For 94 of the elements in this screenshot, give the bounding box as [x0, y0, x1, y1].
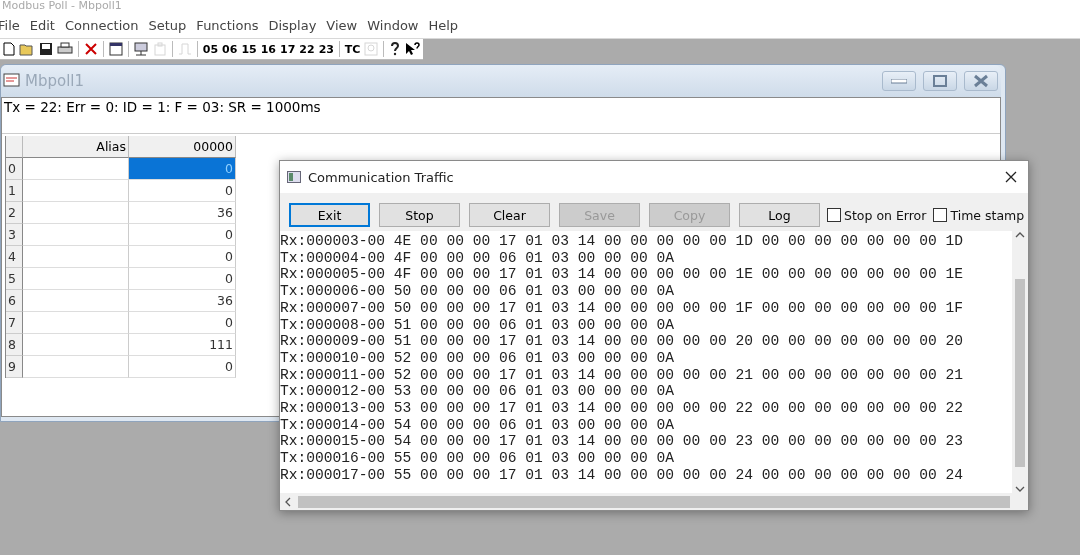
- value-cell[interactable]: 0: [129, 224, 236, 246]
- function-code-button[interactable]: TC: [342, 40, 363, 58]
- traffic-line: Tx:000004-00 4F 00 00 00 06 01 03 00 00 00 0A: [280, 249, 676, 267]
- dialog-button[interactable]: Clear: [469, 203, 550, 227]
- row-header: 1: [6, 180, 23, 202]
- value-cell[interactable]: 36: [129, 202, 236, 224]
- column-header: 00000: [129, 136, 236, 158]
- dialog-button[interactable]: Exit: [289, 203, 370, 227]
- dialog-button[interactable]: Stop: [379, 203, 460, 227]
- row-header: 2: [6, 202, 23, 224]
- column-header: Alias: [23, 136, 129, 158]
- checkbox-label: Time stamp: [950, 207, 1025, 223]
- menu-item[interactable]: Display: [268, 17, 323, 33]
- alias-cell[interactable]: [23, 180, 129, 202]
- window-icon: [287, 171, 301, 183]
- alias-cell[interactable]: [23, 246, 129, 268]
- value-cell[interactable]: 0: [129, 246, 236, 268]
- corner-header: [6, 136, 23, 158]
- row-header: 6: [6, 290, 23, 312]
- maximize-icon: [933, 75, 947, 87]
- status-line: Tx = 22: Err = 0: ID = 1: F = 03: SR = 1000ms: [2, 98, 1000, 134]
- row-header: 4: [6, 246, 23, 268]
- app-title: Modbus Poll - Mbpoll1: [2, 0, 122, 12]
- close-icon: [973, 74, 989, 88]
- traffic-line: Rx:000017-00 55 00 00 00 17 01 03 14 00 00 00 00 00 24 00 00 00 00 00 00 00 24: [280, 466, 965, 484]
- window-title: Mbpoll1: [25, 72, 86, 90]
- alias-cell[interactable]: [23, 334, 129, 356]
- menu-item[interactable]: Edit: [29, 17, 61, 33]
- traffic-line: Tx:000006-00 50 00 00 00 06 01 03 00 00 00 0A: [280, 283, 676, 300]
- row-header: 0: [6, 158, 23, 180]
- alias-cell[interactable]: [23, 224, 129, 246]
- context-help-icon[interactable]: [403, 40, 423, 58]
- checkbox-label: Stop on Error: [844, 207, 927, 223]
- function-code-button[interactable]: 06: [220, 40, 240, 58]
- scroll-up-icon[interactable]: [1015, 231, 1025, 239]
- alias-cell[interactable]: [23, 268, 129, 290]
- value-cell[interactable]: 0: [129, 312, 236, 334]
- traffic-line: Tx:000014-00 54 00 00 00 06 01 03 00 00 00 0A: [280, 416, 676, 434]
- save-icon[interactable]: [37, 40, 55, 58]
- value-cell[interactable]: 36: [129, 290, 236, 312]
- traffic-line: Rx:000003-00 4E 00 00 00 17 01 03 14 00 00 00 00 00 1D 00 00 00 00 00 00 00 1D: [280, 233, 965, 250]
- minimize-icon: [891, 78, 907, 84]
- dialog-button[interactable]: Log: [739, 203, 820, 227]
- value-cell[interactable]: 111: [129, 334, 236, 356]
- menu-item[interactable]: Help: [428, 17, 465, 33]
- dialog-title: Communication Traffic: [308, 169, 455, 185]
- checkbox-box[interactable]: [827, 208, 841, 222]
- function-code-button[interactable]: 22: [297, 40, 317, 58]
- row-header: 9: [6, 356, 23, 378]
- traffic-line: Rx:000007-00 50 00 00 00 17 01 03 14 00 00 00 00 00 1F 00 00 00 00 00 00 00 1F: [280, 299, 965, 317]
- row-header: 8: [6, 334, 23, 356]
- menu-item[interactable]: Functions: [196, 17, 265, 33]
- function-code-button[interactable]: 17: [278, 40, 298, 58]
- traffic-line: Tx:000012-00 53 00 00 00 06 01 03 00 00 00 0A: [280, 383, 676, 401]
- traffic-line: Tx:000010-00 52 00 00 00 06 01 03 00 00 00 0A: [280, 349, 676, 367]
- maximize-button[interactable]: [923, 71, 957, 91]
- value-cell[interactable]: 0: [129, 356, 236, 378]
- close-icon: [1005, 171, 1017, 183]
- alias-cell[interactable]: [23, 290, 129, 312]
- traffic-line: Rx:000015-00 54 00 00 00 17 01 03 14 00 00 00 00 00 23 00 00 00 00 00 00 00 23: [280, 433, 965, 451]
- alias-cell[interactable]: [23, 312, 129, 334]
- row-header: 7: [6, 312, 23, 334]
- new-icon[interactable]: [1, 40, 17, 58]
- function-code-button[interactable]: 23: [316, 40, 336, 58]
- minimize-button[interactable]: [882, 71, 916, 91]
- function-code-button[interactable]: 15: [239, 40, 259, 58]
- window-icon[interactable]: [106, 40, 125, 58]
- horizontal-scrollbar[interactable]: [280, 493, 1028, 510]
- checkbox[interactable]: Stop on Error: [827, 207, 927, 223]
- value-cell[interactable]: 0: [129, 268, 236, 290]
- menu-item[interactable]: Window: [367, 17, 425, 33]
- scroll-down-icon[interactable]: [1015, 485, 1025, 493]
- checkbox-box[interactable]: [933, 208, 948, 222]
- row-header: 5: [6, 268, 23, 290]
- checkbox[interactable]: Time stamp: [933, 207, 1025, 223]
- menu-item[interactable]: View: [326, 17, 364, 33]
- row-header: 3: [6, 224, 23, 246]
- traffic-line: Tx:000016-00 55 00 00 00 06 01 03 00 00 00 0A: [280, 450, 676, 467]
- window-icon: [3, 73, 21, 89]
- menu-item[interactable]: Setup: [148, 17, 193, 33]
- scroll-left-icon[interactable]: [284, 496, 292, 507]
- traffic-line: Tx:000008-00 51 00 00 00 06 01 03 00 00 00 0A: [280, 316, 676, 334]
- alias-cell[interactable]: [23, 356, 129, 378]
- alias-cell[interactable]: [23, 158, 129, 180]
- traffic-line: Rx:000013-00 53 00 00 00 17 01 03 14 00 00 00 00 00 22 00 00 00 00 00 00 00 22: [280, 400, 965, 417]
- menu-item[interactable]: File: [0, 17, 26, 33]
- function-code-button[interactable]: 16: [258, 40, 278, 58]
- value-cell[interactable]: 0: [129, 180, 236, 202]
- alias-cell[interactable]: [23, 202, 129, 224]
- traffic-line: Rx:000005-00 4F 00 00 00 17 01 03 14 00 00 00 00 00 1E 00 00 00 00 00 00 00 1E: [280, 266, 965, 284]
- traffic-line: Rx:000009-00 51 00 00 00 17 01 03 14 00 00 00 00 00 20 00 00 00 00 00 00 00 20: [280, 333, 965, 350]
- traffic-line: Rx:000011-00 52 00 00 00 17 01 03 14 00 00 00 00 00 21 00 00 00 00 00 00 00 21: [280, 366, 965, 384]
- function-code-button[interactable]: 05: [200, 40, 221, 58]
- menu-item[interactable]: Connection: [64, 17, 145, 33]
